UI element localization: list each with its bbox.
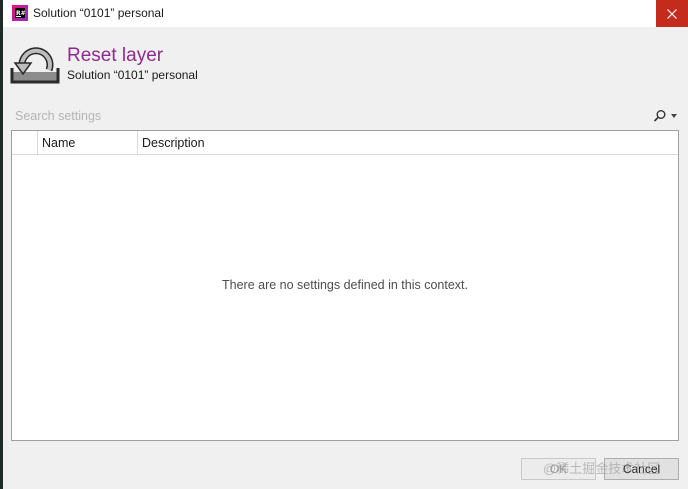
close-icon (667, 8, 677, 19)
search-input[interactable] (11, 106, 641, 126)
dialog-title: Reset layer (67, 45, 164, 66)
ok-button[interactable]: OK (521, 458, 596, 480)
column-header-name[interactable]: Name (38, 131, 138, 155)
chevron-down-icon[interactable] (671, 114, 677, 118)
settings-grid: Name Description There are no settings d… (11, 130, 679, 441)
search-icon[interactable] (653, 109, 667, 123)
search-bar (11, 106, 679, 126)
grid-header: Name Description (12, 131, 678, 155)
reset-layer-dialog: R# Solution “0101” personal Reset layer … (3, 0, 688, 489)
dialog-subtitle: Solution “0101” personal (67, 68, 198, 82)
close-button[interactable] (656, 0, 688, 27)
resharper-icon: R# (12, 5, 28, 21)
empty-message: There are no settings defined in this co… (222, 278, 468, 292)
title-bar: R# Solution “0101” personal (3, 0, 688, 27)
svg-text:R#: R# (16, 10, 26, 17)
reset-arrow-icon (10, 47, 60, 84)
column-header-check[interactable] (12, 131, 38, 155)
cancel-button[interactable]: Cancel (604, 458, 679, 480)
window-title: Solution “0101” personal (33, 6, 164, 20)
column-header-description[interactable]: Description (138, 131, 678, 155)
